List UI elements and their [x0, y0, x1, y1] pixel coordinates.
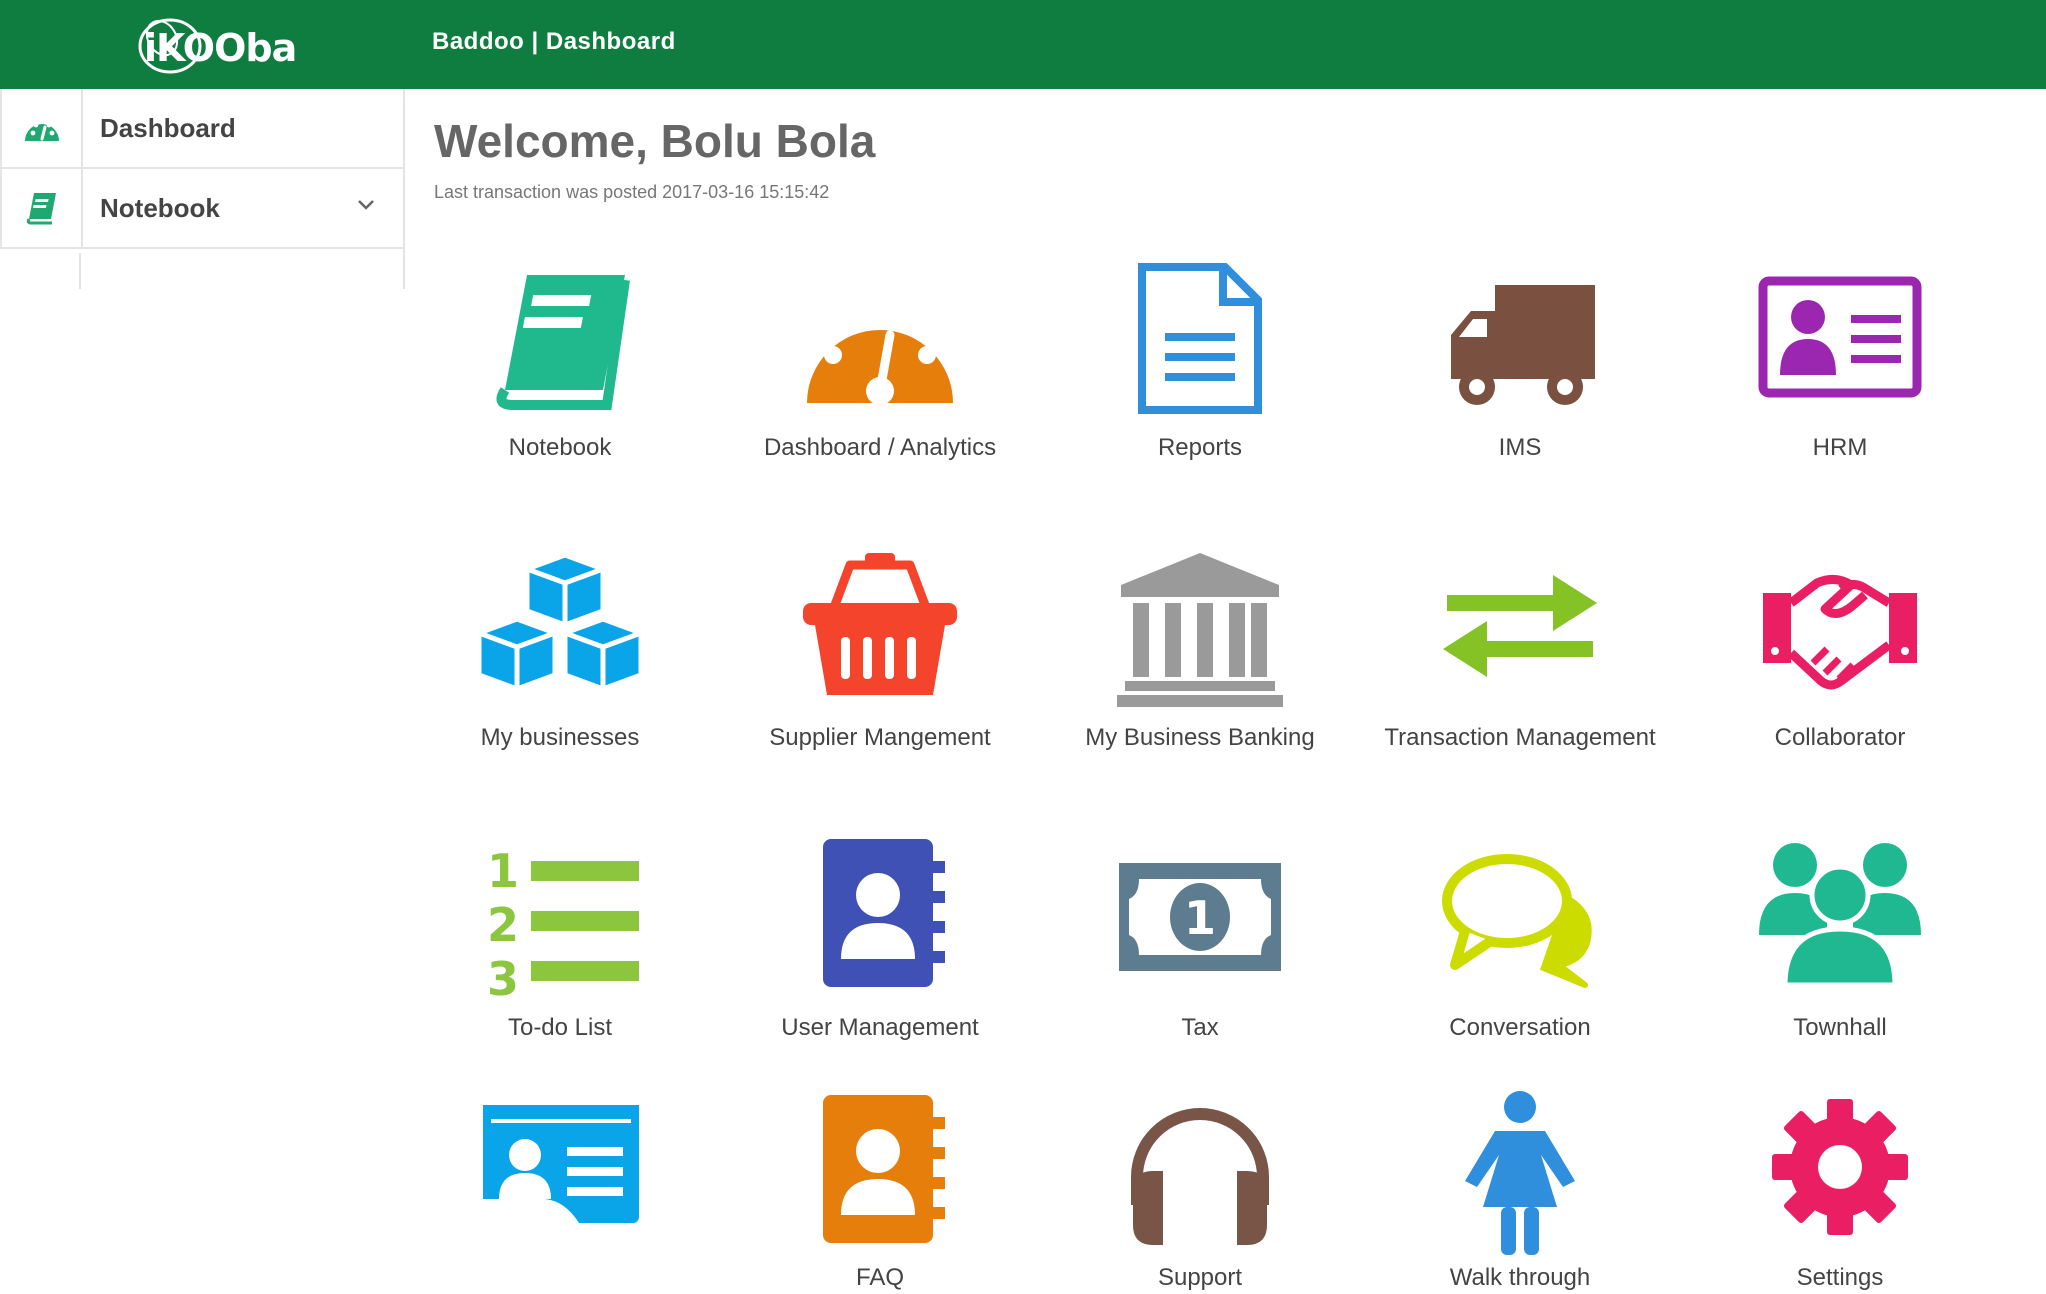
chevron-down-icon[interactable] [357, 199, 375, 211]
tile-label: To-do List [507, 1014, 613, 1041]
handshake-icon [1763, 575, 1917, 690]
woman-icon [1465, 1091, 1575, 1255]
tile-label: My businesses [480, 724, 640, 751]
ikooba-logo[interactable]: iKOOba [118, 8, 297, 80]
truck-icon [1451, 285, 1595, 405]
headphones-icon [1131, 1108, 1269, 1245]
contact-book-icon [823, 839, 945, 987]
speedometer-icon [807, 290, 953, 405]
tile-label: Supplier Mangement [769, 724, 991, 751]
tile-label: Collaborator [1774, 724, 1906, 751]
svg-text:1: 1 [1184, 891, 1216, 945]
sidebar-item-dashboard[interactable]: Dashboard [0, 89, 403, 169]
svg-text:3: 3 [487, 952, 519, 1005]
svg-text:1: 1 [487, 844, 519, 898]
exchange-arrows-icon [1443, 575, 1597, 677]
sidebar-icon-cell [2, 89, 83, 167]
contact-book-icon [823, 1095, 945, 1243]
cubes-icon [476, 552, 644, 692]
tile-label: IMS [1498, 434, 1542, 461]
chat-bubbles-icon [1442, 854, 1592, 988]
sidebar-item-label: Dashboard [100, 113, 236, 143]
document-icon [1138, 263, 1262, 414]
id-card-icon [1758, 276, 1922, 398]
svg-text:2: 2 [487, 898, 519, 952]
banknote-icon: 1 [1119, 863, 1281, 971]
bank-icon [1117, 553, 1283, 707]
tile-label: Tax [1181, 1014, 1219, 1041]
notebook-icon [26, 193, 56, 225]
gear-icon [1772, 1099, 1908, 1235]
tile-label: User Management [781, 1014, 979, 1041]
logo-text: iKOOba [144, 26, 297, 70]
tile-label: Dashboard / Analytics [763, 434, 997, 461]
tile-label: Settings [1796, 1264, 1884, 1291]
page-title: Welcome, Bolu Bola [434, 115, 876, 167]
basket-icon [803, 553, 957, 695]
sidebar-item-notebook[interactable]: Notebook [0, 169, 403, 249]
tile-label: Walk through [1449, 1264, 1591, 1291]
sidebar: Dashboard Notebook [0, 89, 405, 289]
tile-label: Transaction Management [1384, 724, 1656, 751]
top-bar: iKOOba Baddoo | Dashboard [0, 0, 2046, 89]
tile-label: FAQ [855, 1264, 904, 1291]
last-transaction-text: Last transaction was posted 2017-03-16 1… [434, 182, 830, 202]
sidebar-item-label: Notebook [100, 193, 220, 223]
tile-label: Reports [1157, 434, 1243, 461]
profile-card-icon [475, 1105, 639, 1223]
tile-label: My Business Banking [1085, 724, 1315, 751]
sidebar-divider [79, 253, 81, 289]
tile-label: HRM [1812, 434, 1868, 461]
tile-label: Support [1157, 1264, 1243, 1291]
tile-label: Townhall [1793, 1014, 1887, 1041]
tile-label: Conversation [1449, 1014, 1591, 1041]
notebook-icon [496, 275, 630, 410]
dashboard-gauge-icon [24, 118, 59, 141]
breadcrumb: Baddoo | Dashboard [432, 28, 676, 55]
sidebar-icon-cell [2, 169, 83, 247]
numbered-list-icon: 1 2 3 [487, 844, 639, 1005]
group-icon [1759, 843, 1921, 988]
tile-label: Notebook [508, 434, 612, 461]
